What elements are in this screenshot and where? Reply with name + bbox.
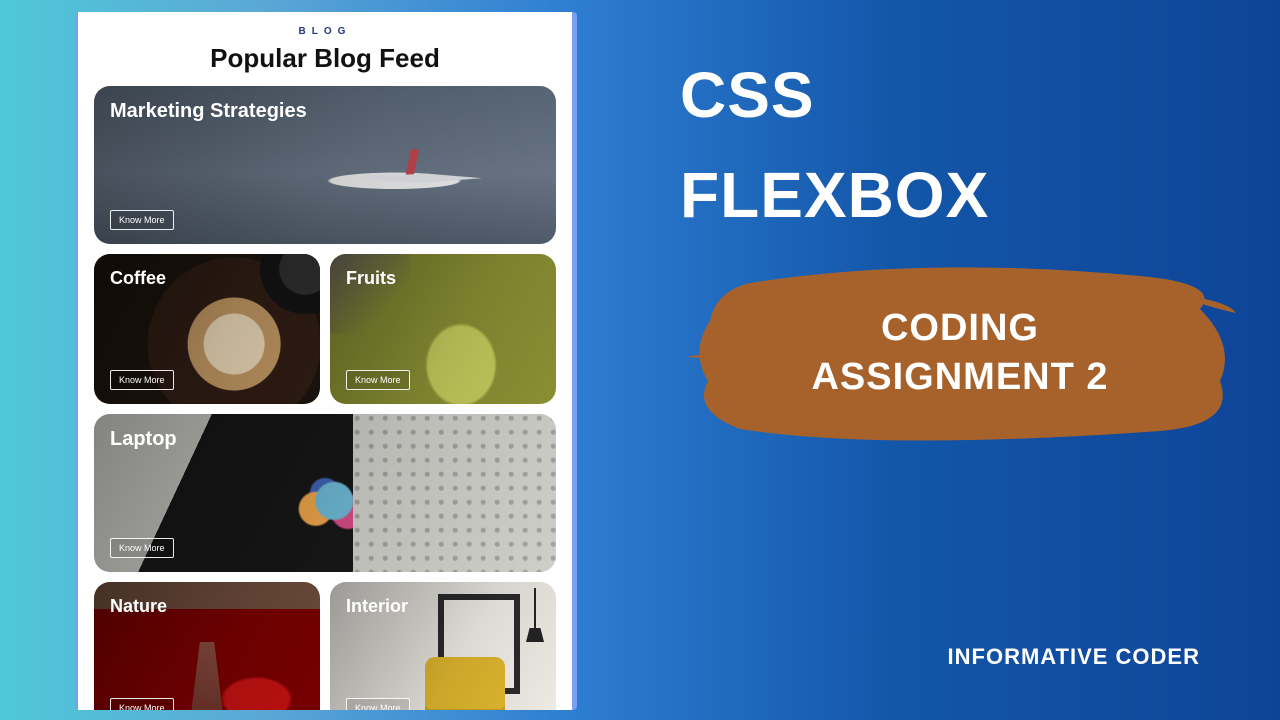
card-grid: Marketing Strategies Know More Coffee Know …	[94, 86, 556, 710]
card-title: Nature	[110, 596, 304, 617]
headline-line-2: FLEXBOX	[680, 160, 1240, 230]
blog-card[interactable]: Coffee Know More	[94, 254, 320, 404]
know-more-button[interactable]: Know More	[346, 698, 410, 710]
card-title: Interior	[346, 596, 540, 617]
card-title: Coffee	[110, 268, 304, 289]
card-title: Fruits	[346, 268, 540, 289]
card-title: Laptop	[110, 428, 540, 451]
know-more-button[interactable]: Know More	[110, 210, 174, 230]
blog-eyebrow: BLOG	[94, 26, 556, 37]
author-credit: INFORMATIVE CODER	[948, 644, 1200, 670]
blog-card[interactable]: Fruits Know More	[330, 254, 556, 404]
brush-badge: CODING ASSIGNMENT 2	[680, 261, 1240, 446]
know-more-button[interactable]: Know More	[346, 370, 410, 390]
blog-heading: Popular Blog Feed	[94, 43, 556, 74]
know-more-button[interactable]: Know More	[110, 698, 174, 710]
blog-card[interactable]: Laptop Know More	[94, 414, 556, 572]
blog-card[interactable]: Nature Know More	[94, 582, 320, 710]
know-more-button[interactable]: Know More	[110, 370, 174, 390]
assignment-label: CODING ASSIGNMENT 2	[811, 304, 1108, 403]
card-title: Marketing Strategies	[110, 100, 540, 123]
blog-card[interactable]: Interior Know More	[330, 582, 556, 710]
assignment-line-2: ASSIGNMENT 2	[811, 353, 1108, 402]
blog-panel: BLOG Popular Blog Feed Marketing Strateg…	[78, 12, 572, 710]
assignment-line-1: CODING	[811, 304, 1108, 353]
blog-card[interactable]: Marketing Strategies Know More	[94, 86, 556, 244]
headline-line-1: CSS	[680, 60, 1240, 130]
headline-block: CSS FLEXBOX CODING ASSIGNMENT 2	[680, 60, 1240, 446]
know-more-button[interactable]: Know More	[110, 538, 174, 558]
